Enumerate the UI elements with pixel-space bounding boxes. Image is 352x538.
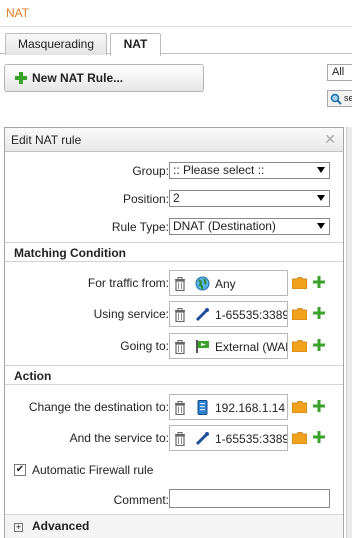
going-to-value: External (WAN) <box>215 340 287 354</box>
and-service-label: And the service to: <box>69 431 169 445</box>
dropdown-arrow-icon <box>317 223 325 229</box>
group-select-value: :: Please select :: <box>173 163 265 177</box>
position-label: Position: <box>122 192 169 206</box>
edit-nat-rule-dialog: Edit NAT rule ✕ Group: :: Please select … <box>4 127 344 538</box>
dialog-title: Edit NAT rule <box>11 133 82 147</box>
plus-icon <box>15 72 27 84</box>
globe-icon <box>195 276 210 291</box>
scroll-strip <box>346 127 352 538</box>
tab-masquerading[interactable]: Masquerading <box>5 33 107 55</box>
position-select-value: 2 <box>173 191 180 205</box>
trash-icon[interactable] <box>174 277 186 291</box>
rule-type-label: Rule Type: <box>111 220 169 234</box>
change-destination-object[interactable]: 192.168.1.14 <box>169 394 288 420</box>
dropdown-arrow-icon <box>317 195 325 201</box>
tab-bar: Masquerading NAT <box>0 27 352 56</box>
service-icon <box>195 431 210 446</box>
add-icon[interactable] <box>313 307 325 319</box>
using-service-object[interactable]: 1-65535:3389 <box>169 301 288 327</box>
action-heading: Action <box>5 365 343 385</box>
add-icon[interactable] <box>313 400 325 412</box>
trash-icon[interactable] <box>174 340 186 354</box>
folder-icon[interactable] <box>292 340 307 352</box>
rule-type-select[interactable]: DNAT (Destination) <box>169 218 330 235</box>
trash-icon[interactable] <box>174 432 186 446</box>
traffic-from-label: For traffic from: <box>87 276 169 290</box>
expand-icon[interactable]: + <box>14 523 23 532</box>
auto-firewall-label: Automatic Firewall rule <box>32 463 154 477</box>
folder-icon[interactable] <box>292 308 307 320</box>
trash-icon[interactable] <box>174 401 186 415</box>
and-service-value: 1-65535:3389 <box>215 432 288 446</box>
going-to-object[interactable]: External (WAN) <box>169 333 288 359</box>
and-service-object[interactable]: 1-65535:3389 <box>169 425 288 451</box>
tab-nat[interactable]: NAT <box>110 33 161 56</box>
traffic-from-value: Any <box>215 277 236 291</box>
interface-icon <box>196 340 209 353</box>
auto-firewall-checkbox[interactable]: ✔ <box>14 464 26 476</box>
change-destination-label: Change the destination to: <box>28 400 169 414</box>
group-label: Group: <box>132 164 169 178</box>
comment-input[interactable] <box>169 489 330 508</box>
dropdown-arrow-icon <box>317 167 325 173</box>
service-icon <box>195 307 210 322</box>
add-icon[interactable] <box>313 431 325 443</box>
position-select[interactable]: 2 <box>169 190 330 207</box>
add-icon[interactable] <box>313 339 325 351</box>
filter-select[interactable]: All <box>327 64 352 81</box>
advanced-section[interactable]: + Advanced <box>5 514 343 538</box>
page-title: NAT <box>0 0 352 27</box>
going-to-label: Going to: <box>120 339 169 353</box>
matching-condition-heading: Matching Condition <box>5 242 343 262</box>
using-service-value: 1-65535:3389 <box>215 308 288 322</box>
close-icon[interactable]: ✕ <box>324 132 336 146</box>
group-select[interactable]: :: Please select :: <box>169 162 330 179</box>
search-icon <box>330 93 342 105</box>
change-destination-value: 192.168.1.14 <box>215 401 286 415</box>
advanced-label: Advanced <box>32 519 90 533</box>
using-service-label: Using service: <box>93 307 169 321</box>
new-nat-rule-button[interactable]: New NAT Rule... <box>4 64 204 92</box>
host-icon <box>197 400 208 415</box>
dialog-header: Edit NAT rule ✕ <box>5 128 343 152</box>
search-button[interactable]: se <box>327 90 352 107</box>
trash-icon[interactable] <box>174 308 186 322</box>
folder-icon[interactable] <box>292 277 307 289</box>
comment-label: Comment: <box>113 493 169 507</box>
traffic-from-object[interactable]: Any <box>169 270 288 296</box>
search-label: se <box>344 93 352 103</box>
rule-type-select-value: DNAT (Destination) <box>173 219 276 233</box>
folder-icon[interactable] <box>292 401 307 413</box>
new-nat-rule-label: New NAT Rule... <box>32 71 124 85</box>
folder-icon[interactable] <box>292 432 307 444</box>
add-icon[interactable] <box>313 276 325 288</box>
